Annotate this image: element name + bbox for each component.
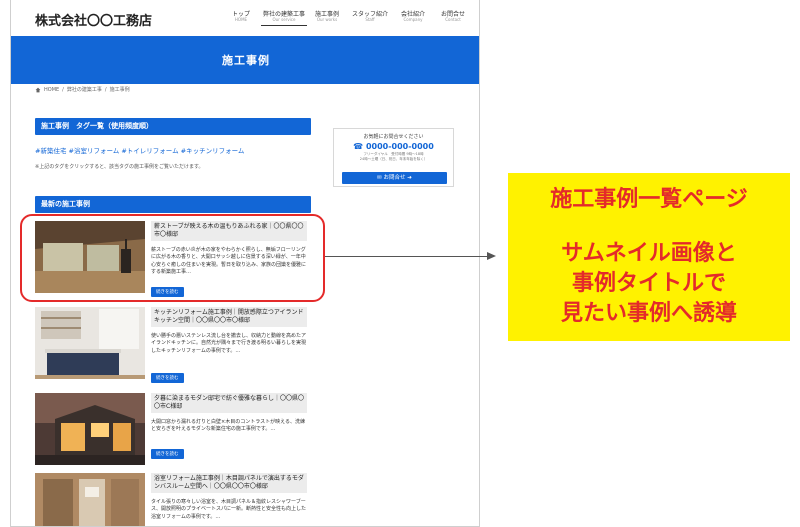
callout-line-2: サムネイル画像と xyxy=(561,241,737,266)
home-icon xyxy=(35,87,41,92)
global-nav: トップ HOME 弊社の建築工事 Our service 施工事例 Our works… xyxy=(221,11,473,26)
post-excerpt: 大開口窓から漏れる灯りと白壁×木目のコントラストが映える、洗練と安らぎを叶えるモ… xyxy=(151,419,305,433)
breadcrumb-sep: / xyxy=(62,86,64,93)
callout-line-3: 事例タイトルで xyxy=(571,271,726,296)
post-thumbnail-bathroom[interactable] xyxy=(35,473,145,527)
nav-sub: Our works xyxy=(316,17,338,23)
nav-item-company[interactable]: 会社紹介 Company xyxy=(393,11,433,26)
page-title: 施工事例 xyxy=(222,54,270,67)
tag-section-heading: 施工事例 タグ一覧（使用頻度順） xyxy=(35,118,311,135)
post-thumbnail-kitchen[interactable] xyxy=(35,307,145,379)
phone-icon: ☎ xyxy=(353,142,364,151)
nav-item-top[interactable]: トップ HOME xyxy=(221,11,261,26)
post-thumbnail-modern-house[interactable] xyxy=(35,393,145,465)
nav-sub: Staff xyxy=(365,17,375,23)
callout-line-4: 見たい事例へ誘導 xyxy=(560,301,737,326)
contact-widget: お気軽にお問合せください ☎ 0000-000-0000 フリーダイヤル 受付時… xyxy=(333,128,454,187)
mail-icon: ✉ xyxy=(377,175,382,181)
site-header: 株式会社〇〇工務店 トップ HOME 弊社の建築工事 Our service 施工事… xyxy=(11,0,479,36)
tag-section: 施工事例 タグ一覧（使用頻度順） #新築住宅 #浴室リフォーム #トイレリフォー… xyxy=(35,118,311,170)
tag-list[interactable]: #新築住宅 #浴室リフォーム #トイレリフォーム #キッチンリフォーム xyxy=(35,145,311,155)
post-title[interactable]: キッチンリフォーム施工事例｜開放感際立つアイランドキッチン空間｜〇〇県〇〇市〇様… xyxy=(151,307,307,328)
phone-number: 0000-000-0000 xyxy=(365,142,434,151)
pointer-arrow-line xyxy=(325,256,488,257)
nav-item-staff[interactable]: スタッフ紹介 Staff xyxy=(347,11,393,26)
nav-sub: Our service xyxy=(272,17,296,23)
post-title[interactable]: 夕暮に染まるモダン邸宅で紡ぐ優雅な暮らし｜〇〇県〇〇市C様邸 xyxy=(151,393,307,414)
page-banner: 施工事例 xyxy=(11,36,479,84)
nav-sub: Company xyxy=(403,17,423,23)
contact-button-label: お問合せ xyxy=(383,175,406,181)
post-item: 浴室リフォーム施工事例｜木目調パネルで演出するモダンバスルーム空間へ｜〇〇県〇〇… xyxy=(35,473,311,527)
read-more-button[interactable]: 続きを読む xyxy=(151,373,184,383)
breadcrumb-service[interactable]: 弊社の建築工事 xyxy=(67,86,102,93)
highlight-frame xyxy=(20,214,325,302)
arrow-right-icon: ➔ xyxy=(407,175,412,181)
contact-lead: お気軽にお問合せください xyxy=(363,134,424,140)
latest-heading: 最新の施工事例 xyxy=(35,196,311,213)
post-excerpt: タイル張りの寒々しい浴室を、木目調パネル＆指紋レスシャワーブース、開放照明のプラ… xyxy=(151,499,307,520)
breadcrumb-current: 施工事例 xyxy=(109,87,130,93)
nav-item-service[interactable]: 弊社の建築工事 Our service xyxy=(261,11,307,26)
pointer-arrow-head xyxy=(487,252,496,260)
post-item: 夕暮に染まるモダン邸宅で紡ぐ優雅な暮らし｜〇〇県〇〇市C様邸 大開口窓から漏れる… xyxy=(35,393,311,465)
post-item: キッチンリフォーム施工事例｜開放感際立つアイランドキッチン空間｜〇〇県〇〇市〇様… xyxy=(35,307,311,383)
post-excerpt: 使い勝手の悪いステンレス流し台を撤去し、収納力と動線を高めたアイランドキッチンに… xyxy=(151,333,307,354)
nav-sub: HOME xyxy=(234,17,248,23)
contact-hours: フリーダイヤル 受付時間 9時〜18時 24時〜土曜（日、祝日、年末年始を除く） xyxy=(359,152,428,161)
callout-box: 施工事例一覧ページ サムネイル画像と 事例タイトルで 見たい事例へ誘導 xyxy=(508,173,790,341)
breadcrumb-sep: / xyxy=(104,86,107,93)
callout-line-1: 施工事例一覧ページ xyxy=(550,187,748,212)
contact-button[interactable]: ✉ お問合せ ➔ xyxy=(342,172,447,184)
latest-section: 最新の施工事例 xyxy=(35,196,311,213)
breadcrumb-home[interactable]: HOME xyxy=(44,87,59,93)
nav-item-works[interactable]: 施工事例 Our works xyxy=(307,11,347,26)
tag-note: ※上記のタグをクリックすると、該当タグの施工事例をご覧いただけます。 xyxy=(35,164,204,170)
nav-item-contact[interactable]: お問合せ Contact xyxy=(433,11,473,26)
post-title[interactable]: 浴室リフォーム施工事例｜木目調パネルで演出するモダンバスルーム空間へ｜〇〇県〇〇… xyxy=(151,473,307,494)
breadcrumb: HOME / 弊社の建築工事 / 施工事例 xyxy=(35,86,130,93)
nav-sub: Contact xyxy=(445,17,461,23)
contact-phone[interactable]: ☎ 0000-000-0000 xyxy=(334,142,453,151)
site-title[interactable]: 株式会社〇〇工務店 xyxy=(35,10,152,29)
read-more-button[interactable]: 続きを読む xyxy=(151,449,184,459)
